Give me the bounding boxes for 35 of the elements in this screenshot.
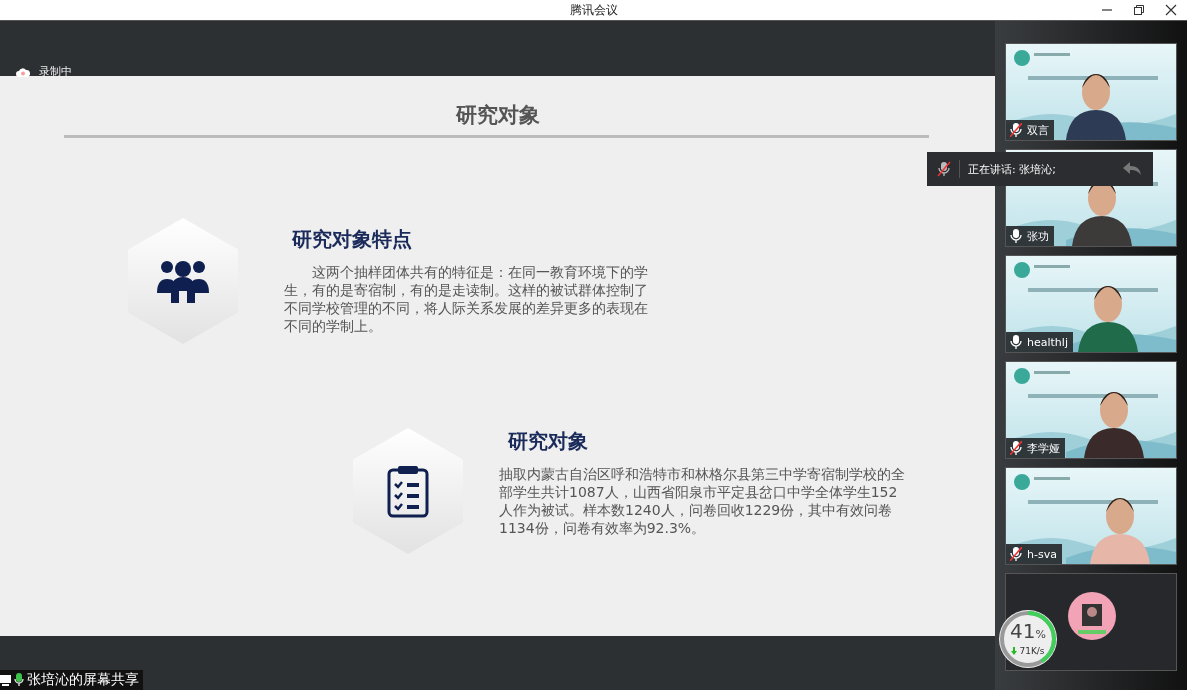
percent-value: 41 (1010, 619, 1036, 643)
microphone-icon (1010, 441, 1022, 455)
participant-name: 双言 (1027, 122, 1049, 138)
cloud-record-icon (16, 66, 30, 77)
participant-tile[interactable]: healthlj (1005, 255, 1177, 353)
download-arrow-icon (1011, 647, 1018, 655)
section-paragraph: 抽取内蒙古自治区呼和浩特市和林格尔县第三中学寄宿制学校的全部学生共计1087人，山西省阳泉市平定县岔口中学全体学生152人作为被试。样本数1240人，问卷回收1229份，其中有效问卷1134份，问卷有效率为92.3%。 (499, 465, 906, 537)
reply-icon[interactable] (1123, 162, 1141, 176)
restore-icon[interactable] (1133, 4, 1145, 16)
recording-label: 录制中 (39, 64, 72, 79)
microphone-icon (1010, 335, 1022, 349)
microphone-icon (1010, 547, 1022, 561)
percent-unit: % (1035, 628, 1046, 641)
participant-tile[interactable]: 李学娅 (1005, 361, 1177, 459)
section-heading: 研究对象 (508, 428, 589, 455)
participant-name: h-sva (1027, 547, 1057, 561)
close-icon[interactable] (1165, 4, 1177, 16)
participant-tile[interactable]: 双言 (1005, 43, 1177, 141)
participant-tile[interactable]: h-sva (1005, 467, 1177, 565)
avatar (1068, 592, 1116, 640)
clipboard-icon (387, 464, 429, 518)
screen-share-label: 张培沁的屏幕共享 (27, 671, 139, 689)
section-paragraph: 这两个抽样团体共有的特征是：在同一教育环境下的学生，有的是寄宿制，有的是走读制。这样的被试群体控制了不同学校管理的不同，将人际关系发展的差异更多的表现在不同的学制上。 (284, 263, 649, 335)
speed-value: 71K/s (1019, 646, 1045, 656)
window-title: 腾讯会议 (569, 1, 618, 19)
participant-name: 张功 (1027, 228, 1049, 244)
section-heading: 研究对象特点 (292, 226, 413, 253)
microphone-icon (1010, 123, 1022, 137)
participant-name: 李学娅 (1027, 440, 1060, 456)
microphone-icon (1010, 229, 1022, 243)
participant-name: healthlj (1027, 335, 1068, 349)
microphone-icon (14, 673, 24, 687)
screen-share-icon (0, 674, 11, 686)
microphone-icon (937, 161, 951, 177)
slide-title: 研究对象 (454, 102, 541, 129)
